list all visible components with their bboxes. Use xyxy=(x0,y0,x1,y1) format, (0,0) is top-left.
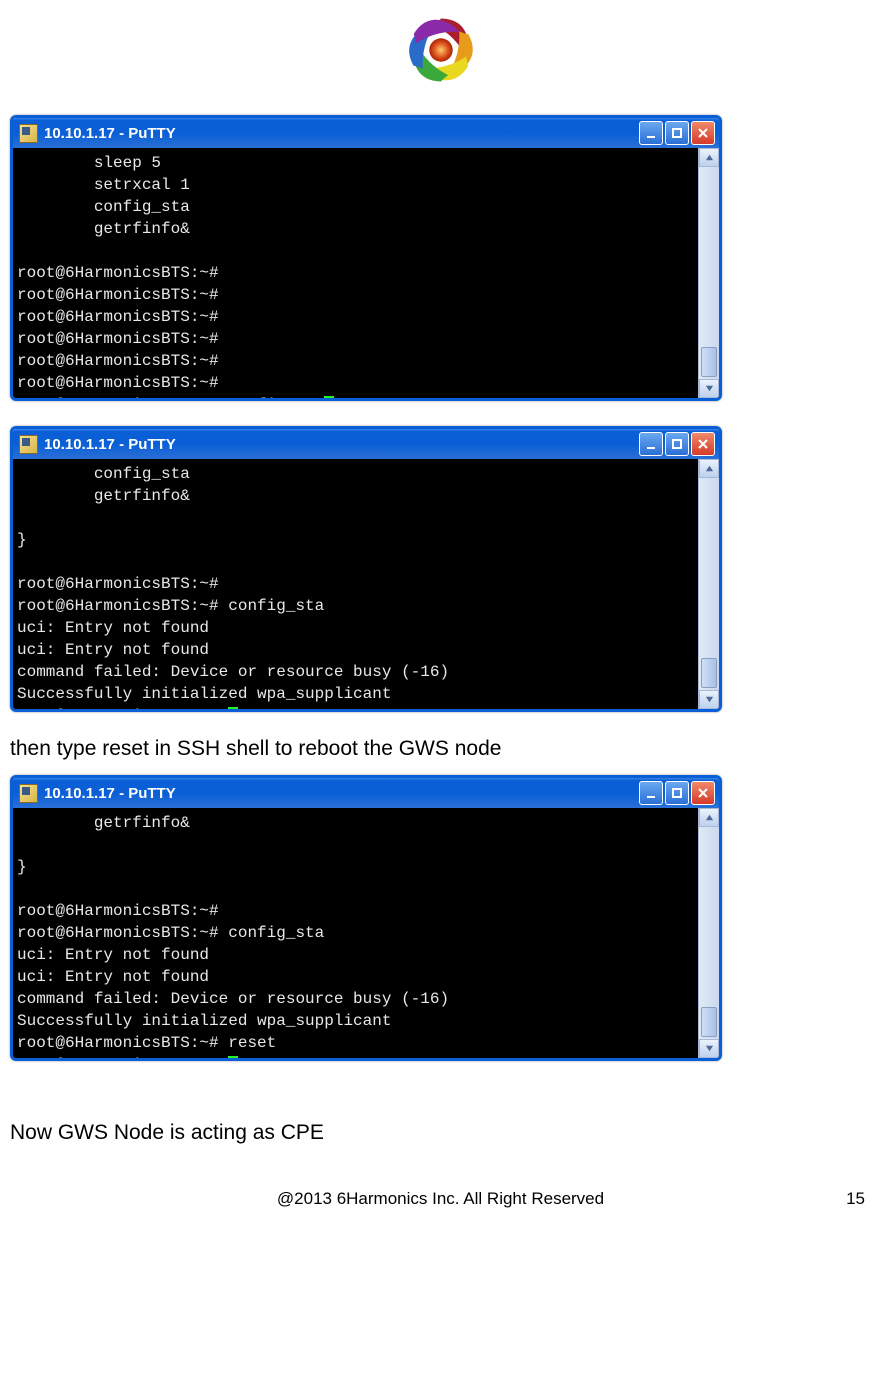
terminal-output[interactable]: config_sta getrfinfo& } root@6HarmonicsB… xyxy=(13,459,698,709)
close-button[interactable] xyxy=(691,121,715,145)
window-title: 10.10.1.17 - PuTTY xyxy=(44,125,639,142)
scroll-track[interactable] xyxy=(699,827,719,1039)
copyright-text: @2013 6Harmonics Inc. All Right Reserved xyxy=(56,1189,825,1209)
scroll-track[interactable] xyxy=(699,167,719,379)
scroll-thumb[interactable] xyxy=(701,1007,717,1037)
instruction-text: then type reset in SSH shell to reboot t… xyxy=(10,737,871,761)
close-button[interactable] xyxy=(691,432,715,456)
scrollbar[interactable] xyxy=(698,808,719,1058)
minimize-button[interactable] xyxy=(639,121,663,145)
close-button[interactable] xyxy=(691,781,715,805)
window-title: 10.10.1.17 - PuTTY xyxy=(44,785,639,802)
scroll-up-icon[interactable] xyxy=(699,148,719,167)
cursor-icon xyxy=(228,707,238,709)
scroll-down-icon[interactable] xyxy=(699,1039,719,1058)
scroll-track[interactable] xyxy=(699,478,719,690)
scroll-up-icon[interactable] xyxy=(699,459,719,478)
scroll-thumb[interactable] xyxy=(701,658,717,688)
scrollbar[interactable] xyxy=(698,459,719,709)
terminal-output[interactable]: sleep 5 setrxcal 1 config_sta getrfinfo&… xyxy=(13,148,698,398)
cursor-icon xyxy=(228,1056,238,1058)
titlebar[interactable]: 10.10.1.17 - PuTTY xyxy=(13,118,719,148)
putty-window-1: 10.10.1.17 - PuTTY sleep 5 setrxcal 1 co… xyxy=(10,115,722,401)
scroll-down-icon[interactable] xyxy=(699,379,719,398)
scroll-down-icon[interactable] xyxy=(699,690,719,709)
putty-app-icon xyxy=(19,435,38,454)
putty-window-3: 10.10.1.17 - PuTTY getrfinfo& } root@6Ha… xyxy=(10,775,722,1061)
titlebar[interactable]: 10.10.1.17 - PuTTY xyxy=(13,429,719,459)
maximize-button[interactable] xyxy=(665,121,689,145)
page-number: 15 xyxy=(825,1189,865,1209)
scroll-thumb[interactable] xyxy=(701,347,717,377)
scrollbar[interactable] xyxy=(698,148,719,398)
page-footer: @2013 6Harmonics Inc. All Right Reserved… xyxy=(0,1159,881,1221)
company-logo xyxy=(10,0,871,105)
terminal-output[interactable]: getrfinfo& } root@6HarmonicsBTS:~# root@… xyxy=(13,808,698,1058)
putty-app-icon xyxy=(19,784,38,803)
cursor-icon xyxy=(324,396,334,398)
maximize-button[interactable] xyxy=(665,432,689,456)
minimize-button[interactable] xyxy=(639,781,663,805)
result-text: Now GWS Node is acting as CPE xyxy=(10,1121,871,1145)
putty-app-icon xyxy=(19,124,38,143)
putty-window-2: 10.10.1.17 - PuTTY config_sta getrfinfo&… xyxy=(10,426,722,712)
minimize-button[interactable] xyxy=(639,432,663,456)
maximize-button[interactable] xyxy=(665,781,689,805)
scroll-up-icon[interactable] xyxy=(699,808,719,827)
window-title: 10.10.1.17 - PuTTY xyxy=(44,436,639,453)
titlebar[interactable]: 10.10.1.17 - PuTTY xyxy=(13,778,719,808)
